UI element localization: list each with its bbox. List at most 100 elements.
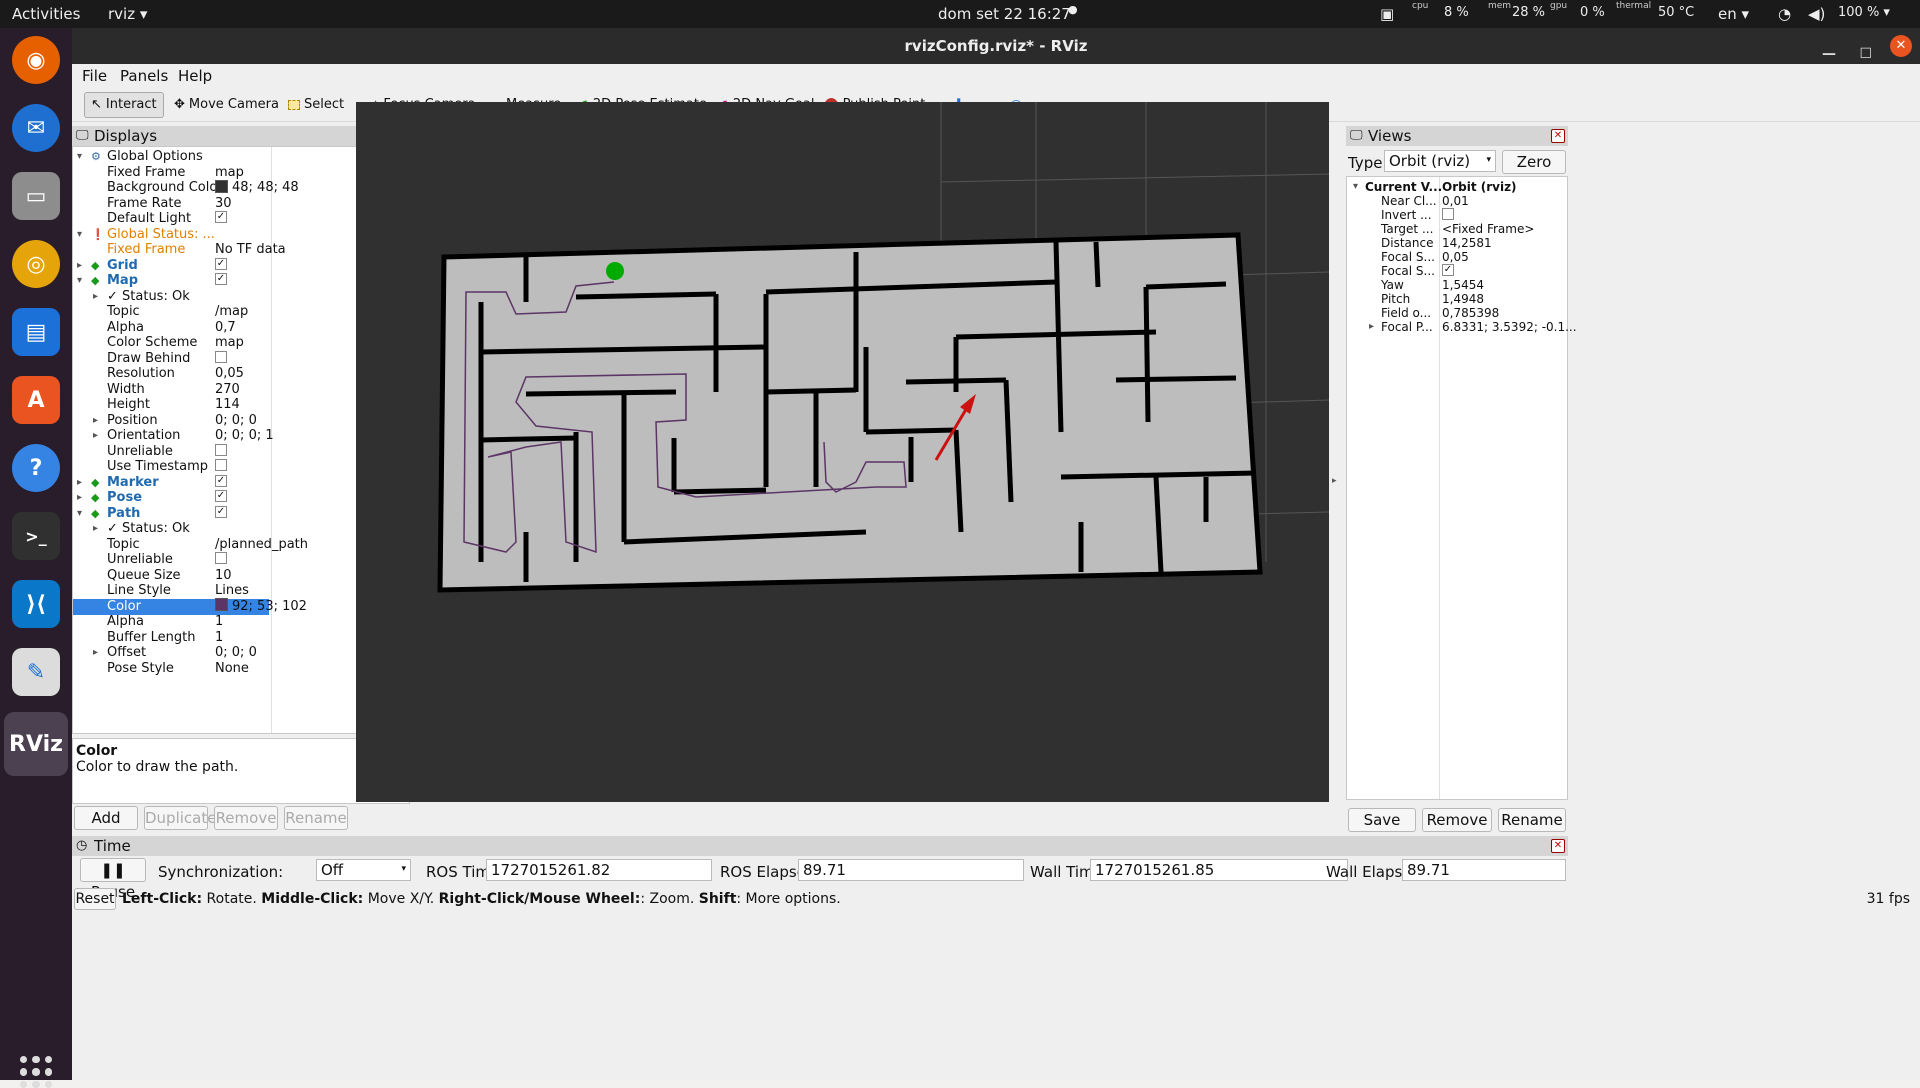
display-row-value[interactable]: /map <box>215 304 248 320</box>
language-menu[interactable]: en ▾ <box>1718 5 1749 23</box>
volume-icon[interactable]: ◀) <box>1808 5 1825 23</box>
display-row-value[interactable]: No TF data <box>215 242 286 258</box>
expand-arrow-icon[interactable]: ▾ <box>77 273 82 289</box>
display-row-value[interactable]: 0; 0; 0; 1 <box>215 428 274 444</box>
checkbox[interactable]: ✓ <box>215 474 227 487</box>
view-row[interactable]: Field o... 0,785398 <box>1347 306 1567 320</box>
views-save-button[interactable]: Save <box>1348 808 1416 832</box>
expand-arrow-icon[interactable]: ▸ <box>1369 320 1374 334</box>
expand-arrow-icon[interactable]: ▸ <box>77 475 82 491</box>
view-row[interactable]: Pitch 1,4948 <box>1347 292 1567 306</box>
display-row-value[interactable] <box>215 459 227 475</box>
display-row-value[interactable]: ✓ <box>215 474 227 491</box>
rviz-icon[interactable]: RViz <box>4 712 68 776</box>
view-row-value[interactable]: 1,4948 <box>1442 292 1484 306</box>
checkbox[interactable]: ✓ <box>215 257 227 270</box>
expand-arrow-icon[interactable]: ▸ <box>93 289 98 305</box>
display-row-value[interactable]: /planned_path <box>215 537 308 553</box>
interact-tool[interactable]: ↖ Interact <box>84 92 164 118</box>
expand-arrow-icon[interactable]: ▸ <box>93 521 98 537</box>
move-camera-tool[interactable]: ✥ Move Camera <box>168 92 285 118</box>
view-row[interactable]: Distance 14,2581 <box>1347 236 1567 250</box>
view-row-value[interactable]: 0,785398 <box>1442 306 1499 320</box>
checkbox[interactable]: ✓ <box>215 490 227 502</box>
remove-display-button[interactable]: Remove <box>214 806 278 830</box>
duplicate-button[interactable]: Duplicate <box>144 806 216 830</box>
display-row-value[interactable]: 30 <box>215 196 232 212</box>
checkbox[interactable] <box>215 459 227 471</box>
view-row[interactable]: ▾ Current V... Orbit (rviz) <box>1347 180 1567 194</box>
view-row[interactable]: Near Cl... 0,01 <box>1347 194 1567 208</box>
expand-arrow-icon[interactable]: ▾ <box>1353 180 1358 194</box>
display-row-value[interactable]: ✓ <box>215 505 227 522</box>
view-row[interactable]: ▸ Focal P... 6.8331; 3.5392; -0.1... <box>1347 320 1577 334</box>
expand-arrow-icon[interactable]: ▾ <box>77 506 82 522</box>
expand-arrow-icon[interactable]: ▸ <box>77 490 82 506</box>
view-row-value[interactable]: 0,01 <box>1442 194 1469 208</box>
battery-indicator[interactable]: 100 % ▾ <box>1838 5 1890 20</box>
view-type-select[interactable]: Orbit (rviz) ▾ <box>1384 150 1496 172</box>
checkbox[interactable]: ✓ <box>1442 264 1454 276</box>
view-row[interactable]: Focal S... 0,05 <box>1347 250 1567 264</box>
display-row-value[interactable]: map <box>215 335 244 351</box>
display-row-value[interactable]: 270 <box>215 382 240 398</box>
views-rename-button[interactable]: Rename <box>1498 808 1566 832</box>
display-row-value[interactable]: 0,7 <box>215 320 236 336</box>
display-row-value[interactable]: Lines <box>215 583 249 599</box>
expand-arrow-icon[interactable]: ▸ <box>93 428 98 444</box>
ros-elapsed-field[interactable]: 89.71 <box>798 859 1024 881</box>
add-button[interactable]: Add <box>74 806 138 830</box>
display-row-value[interactable] <box>215 552 227 568</box>
view-row[interactable]: Yaw 1,5454 <box>1347 278 1567 292</box>
clock[interactable]: dom set 22 16:27 <box>938 5 1071 23</box>
menu-file[interactable]: File <box>82 67 107 85</box>
view-row-value[interactable]: <Fixed Frame> <box>1442 222 1534 236</box>
expand-arrow-icon[interactable]: ▸ <box>93 645 98 661</box>
display-row-value[interactable]: 0; 0; 0 <box>215 645 257 661</box>
close-icon[interactable]: ✕ <box>1890 35 1912 57</box>
menu-panels[interactable]: Panels <box>120 67 168 85</box>
checkbox[interactable] <box>215 552 227 564</box>
display-row-value[interactable]: 114 <box>215 397 240 413</box>
sync-select[interactable]: Off ▾ <box>316 859 411 881</box>
help-icon[interactable]: ? <box>12 444 60 492</box>
wall-time-field[interactable]: 1727015261.85 <box>1090 859 1348 881</box>
expand-arrow-icon[interactable]: ▾ <box>77 149 82 165</box>
display-row-value[interactable]: None <box>215 661 249 677</box>
display-row-value[interactable]: 0; 0; 0 <box>215 413 257 429</box>
expand-arrow-icon[interactable]: ▸ <box>77 258 82 274</box>
firefox-icon[interactable]: ◉ <box>12 36 60 84</box>
wifi-icon[interactable]: ◔ <box>1778 5 1791 23</box>
wall-elapsed-field[interactable]: 89.71 <box>1402 859 1566 881</box>
rename-display-button[interactable]: Rename <box>284 806 348 830</box>
app-center-icon[interactable]: A <box>12 376 60 424</box>
vscode-icon[interactable]: ⟩⟨ <box>12 580 60 628</box>
ros-time-field[interactable]: 1727015261.82 <box>486 859 712 881</box>
rhythmbox-icon[interactable]: ◎ <box>12 240 60 288</box>
view-row-value[interactable]: Orbit (rviz) <box>1442 180 1517 194</box>
checkbox[interactable] <box>215 443 227 456</box>
files-icon[interactable]: ▭ <box>12 172 60 220</box>
display-row-value[interactable]: ✓ <box>215 273 227 289</box>
display-row-value[interactable]: 10 <box>215 568 232 584</box>
view-row-value[interactable]: 14,2581 <box>1442 236 1492 250</box>
checkbox[interactable]: ✓ <box>215 505 227 518</box>
view-row-value[interactable]: ✓ <box>1442 264 1454 278</box>
view-row-value[interactable]: 1,5454 <box>1442 278 1484 292</box>
time-close-icon[interactable]: ✕ <box>1551 839 1565 853</box>
screenshot-icon[interactable]: ▣ <box>1380 5 1394 23</box>
view-row[interactable]: Focal S... ✓ <box>1347 264 1567 278</box>
checkbox[interactable]: ✓ <box>215 211 227 223</box>
views-tree[interactable]: ▾ Current V... Orbit (rviz) Near Cl... 0,01 I… <box>1346 176 1577 800</box>
display-row-value[interactable]: ✓ <box>215 257 227 274</box>
display-row-value[interactable]: 1 <box>215 630 223 646</box>
activities-button[interactable]: Activities <box>12 5 80 23</box>
display-row-value[interactable] <box>215 443 227 460</box>
reset-button[interactable]: Reset <box>74 888 116 910</box>
display-row-value[interactable]: ✓ <box>215 490 227 506</box>
writer-icon[interactable]: ▤ <box>12 308 60 356</box>
display-row-value[interactable]: 92; 53; 102 <box>215 598 307 615</box>
view-row-value[interactable]: 6.8331; 3.5392; -0.1... <box>1442 320 1577 334</box>
3d-viewport[interactable] <box>356 102 1329 802</box>
zero-button[interactable]: Zero <box>1502 150 1566 174</box>
